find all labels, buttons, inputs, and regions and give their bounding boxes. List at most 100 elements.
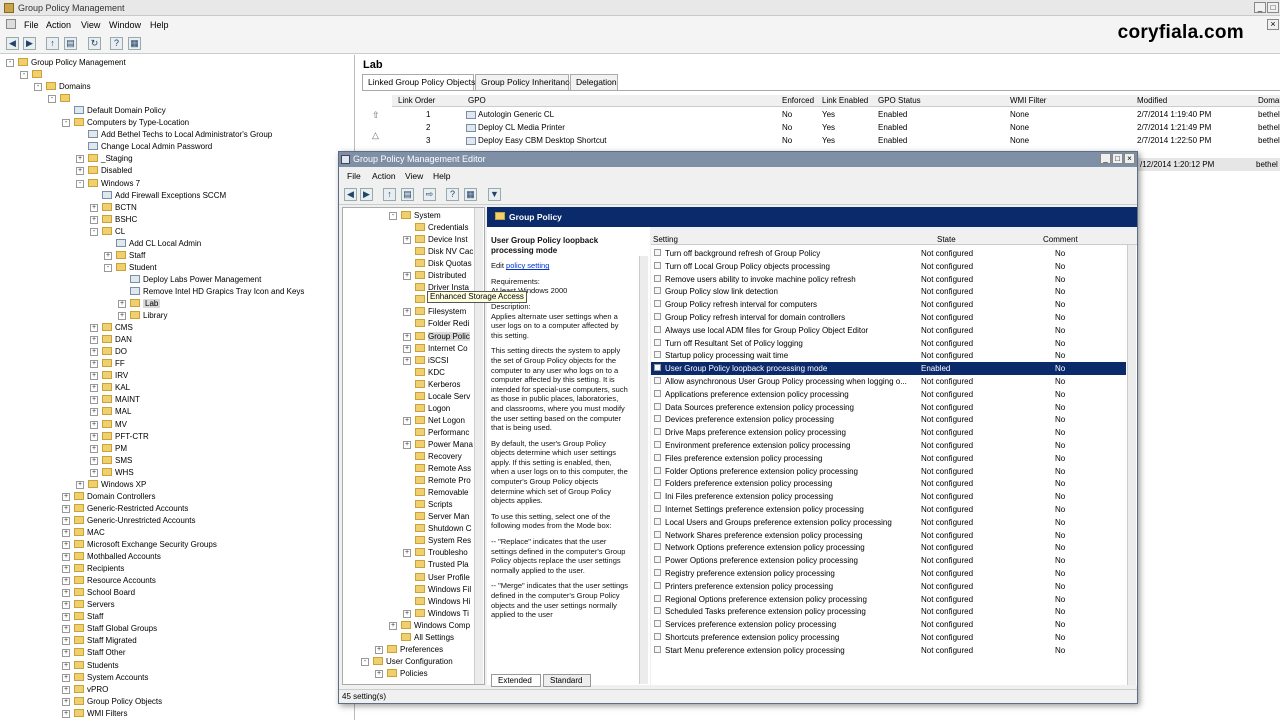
expand-icon[interactable]: + xyxy=(62,565,70,574)
setting-row[interactable]: Group Policy refresh interval for domain… xyxy=(651,311,1126,324)
setting-row[interactable]: Services preference extension policy pro… xyxy=(651,618,1126,631)
editor-menu-help[interactable]: Help xyxy=(433,171,450,181)
setting-row[interactable]: Internet Settings preference extension p… xyxy=(651,503,1126,516)
col-link-order[interactable]: Link Order xyxy=(398,96,435,105)
tab-standard[interactable]: Standard xyxy=(543,674,591,687)
show-hide-tree-icon[interactable]: ▤ xyxy=(64,37,77,50)
col-comment[interactable]: Comment xyxy=(1043,235,1078,244)
expand-icon[interactable]: + xyxy=(62,553,70,562)
setting-row[interactable]: Group Policy refresh interval for comput… xyxy=(651,298,1126,311)
expand-icon[interactable]: + xyxy=(90,215,98,224)
col-domain[interactable]: Domai xyxy=(1258,96,1280,105)
setting-row[interactable]: Environment preference extension policy … xyxy=(651,439,1126,452)
expand-icon[interactable]: + xyxy=(62,577,70,586)
editor-menu-view[interactable]: View xyxy=(405,171,423,181)
expand-icon[interactable]: + xyxy=(90,408,98,417)
expand-icon[interactable]: + xyxy=(403,609,411,618)
menu-window[interactable]: Window xyxy=(109,20,141,30)
expand-icon[interactable]: + xyxy=(76,155,84,164)
expand-icon[interactable]: + xyxy=(90,468,98,477)
menu-file[interactable]: File xyxy=(24,20,39,30)
setting-row[interactable]: Ini Files preference extension policy pr… xyxy=(651,490,1126,503)
setting-row[interactable]: User Group Policy loopback processing mo… xyxy=(651,362,1126,375)
up-folder-icon[interactable]: ↑ xyxy=(46,37,59,50)
collapse-icon[interactable]: - xyxy=(90,227,98,236)
expand-icon[interactable]: + xyxy=(403,332,411,341)
editor-close-button[interactable]: × xyxy=(1124,153,1135,164)
setting-row[interactable]: Shortcuts preference extension policy pr… xyxy=(651,631,1126,644)
setting-row[interactable]: Group Policy slow link detection Not conf… xyxy=(651,285,1126,298)
edit-policy-link[interactable]: policy setting xyxy=(506,261,549,270)
expand-icon[interactable]: + xyxy=(90,336,98,345)
tab-extended[interactable]: Extended xyxy=(491,674,541,687)
console-icon[interactable] xyxy=(6,19,16,29)
col-gpo-status[interactable]: GPO Status xyxy=(878,96,921,105)
maximize-button[interactable]: □ xyxy=(1267,2,1279,13)
collapse-icon[interactable]: - xyxy=(34,83,42,92)
expand-icon[interactable]: + xyxy=(118,312,126,321)
expand-icon[interactable]: + xyxy=(62,528,70,537)
setting-row[interactable]: Power Options preference extension polic… xyxy=(651,554,1126,567)
properties-icon[interactable]: ▦ xyxy=(128,37,141,50)
tab-gp-inheritance[interactable]: Group Policy Inheritance xyxy=(475,74,574,90)
expand-icon[interactable]: + xyxy=(76,167,84,176)
editor-tree-toggle-icon[interactable]: ▤ xyxy=(401,188,414,201)
editor-menu-action[interactable]: Action xyxy=(372,171,396,181)
forward-icon[interactable]: ▶ xyxy=(23,37,36,50)
expand-icon[interactable]: + xyxy=(375,645,383,654)
expand-icon[interactable]: + xyxy=(62,709,70,718)
move-top-icon[interactable]: △ xyxy=(372,130,379,141)
help-icon[interactable]: ? xyxy=(110,37,123,50)
expand-icon[interactable]: + xyxy=(90,432,98,441)
expand-icon[interactable]: + xyxy=(90,324,98,333)
expand-icon[interactable]: + xyxy=(90,396,98,405)
setting-row[interactable]: Startup policy processing wait time Not c… xyxy=(651,349,1126,362)
col-setting[interactable]: Setting xyxy=(653,235,678,244)
minimize-button[interactable]: _ xyxy=(1254,2,1266,13)
expand-icon[interactable]: + xyxy=(62,637,70,646)
expand-icon[interactable]: + xyxy=(90,456,98,465)
collapse-icon[interactable]: - xyxy=(62,119,70,128)
setting-row[interactable]: Devices preference extension policy proc… xyxy=(651,413,1126,426)
move-up-icon[interactable]: ⇧ xyxy=(372,110,380,121)
setting-row[interactable]: Folder Options preference extension poli… xyxy=(651,465,1126,478)
expand-icon[interactable]: + xyxy=(90,348,98,357)
expand-icon[interactable]: + xyxy=(403,236,411,245)
tab-linked-gpos[interactable]: Linked Group Policy Objects xyxy=(362,74,475,90)
expand-icon[interactable]: + xyxy=(118,300,126,308)
setting-row[interactable]: Files preference extension policy proces… xyxy=(651,452,1126,465)
setting-row[interactable]: Network Shares preference extension poli… xyxy=(651,529,1126,542)
expand-icon[interactable]: + xyxy=(90,372,98,381)
setting-row[interactable]: Local Users and Groups preference extens… xyxy=(651,516,1126,529)
editor-maximize-button[interactable]: □ xyxy=(1112,153,1123,164)
collapse-icon[interactable]: - xyxy=(104,263,112,272)
tree-scrollbar[interactable] xyxy=(474,208,483,684)
setting-row[interactable]: Folders preference extension policy proc… xyxy=(651,477,1126,490)
filter-icon[interactable]: ▼ xyxy=(488,188,501,201)
setting-row[interactable]: Printers preference extension policy pro… xyxy=(651,580,1126,593)
editor-back-icon[interactable]: ◀ xyxy=(344,188,357,201)
expand-icon[interactable]: + xyxy=(62,625,70,634)
col-wmi-filter[interactable]: WMI Filter xyxy=(1010,96,1046,105)
editor-up-icon[interactable]: ↑ xyxy=(383,188,396,201)
collapse-icon[interactable]: - xyxy=(361,657,369,666)
table-row[interactable]: 2 Deploy CL Media Printer No Yes Enabled None… xyxy=(392,121,1280,134)
col-gpo[interactable]: GPO xyxy=(468,96,486,105)
expand-icon[interactable]: + xyxy=(403,308,411,317)
mdi-close-button[interactable]: × xyxy=(1267,19,1279,30)
settings-scrollbar[interactable] xyxy=(1127,245,1136,685)
editor-properties-icon[interactable]: ▦ xyxy=(464,188,477,201)
expand-icon[interactable]: + xyxy=(62,697,70,706)
editor-export-icon[interactable]: ⇨ xyxy=(423,188,436,201)
collapse-icon[interactable]: - xyxy=(20,71,28,80)
collapse-icon[interactable]: - xyxy=(389,212,397,220)
menu-action[interactable]: Action xyxy=(46,20,71,30)
setting-row[interactable]: Applications preference extension policy… xyxy=(651,388,1126,401)
expand-icon[interactable]: + xyxy=(62,601,70,610)
expand-icon[interactable]: + xyxy=(104,251,112,260)
expand-icon[interactable]: + xyxy=(62,516,70,525)
expand-icon[interactable]: + xyxy=(62,661,70,670)
setting-row[interactable]: Registry preference extension policy pro… xyxy=(651,567,1126,580)
expand-icon[interactable]: + xyxy=(403,356,411,365)
tab-delegation[interactable]: Delegation xyxy=(570,74,618,90)
